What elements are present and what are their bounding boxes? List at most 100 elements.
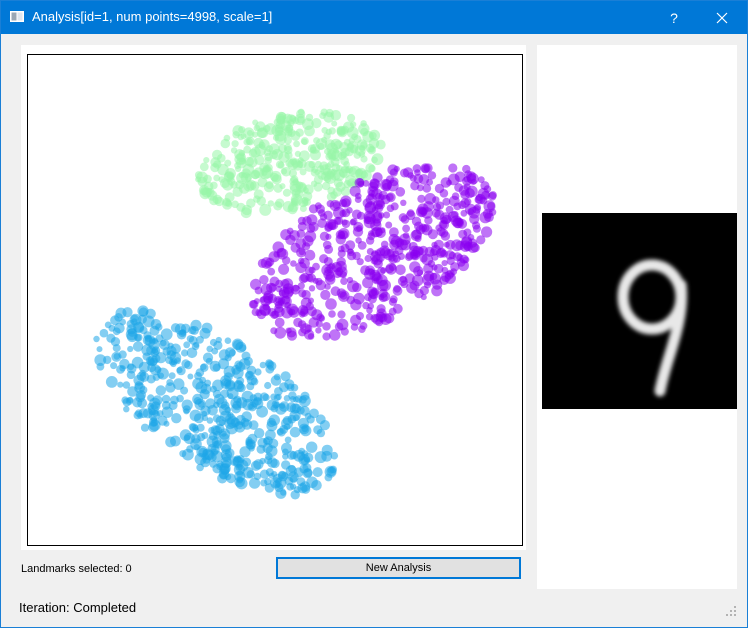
data-point bbox=[414, 288, 424, 299]
data-point bbox=[140, 423, 150, 432]
data-point bbox=[288, 464, 296, 473]
data-point bbox=[210, 385, 217, 393]
data-point bbox=[366, 307, 373, 314]
data-point bbox=[250, 460, 262, 471]
data-point bbox=[247, 433, 258, 444]
data-point bbox=[272, 480, 281, 488]
scatter-plot[interactable] bbox=[28, 55, 522, 545]
data-point bbox=[94, 354, 107, 366]
data-point bbox=[273, 373, 281, 381]
data-point bbox=[279, 183, 286, 190]
scatter-plot-area[interactable] bbox=[27, 54, 523, 546]
data-point bbox=[137, 412, 144, 419]
data-point bbox=[246, 382, 255, 391]
data-point bbox=[466, 172, 479, 185]
data-point bbox=[308, 285, 316, 292]
data-point bbox=[230, 147, 238, 154]
data-point bbox=[341, 219, 348, 226]
data-point bbox=[333, 206, 345, 219]
data-point bbox=[469, 214, 480, 225]
data-point bbox=[284, 379, 295, 390]
data-point bbox=[379, 279, 391, 292]
data-point bbox=[462, 256, 470, 264]
landmarks-selected-label: Landmarks selected: 0 bbox=[21, 563, 132, 575]
data-point bbox=[191, 342, 200, 351]
data-point bbox=[369, 132, 377, 140]
data-point bbox=[340, 195, 352, 207]
new-analysis-button[interactable]: New Analysis bbox=[276, 557, 521, 579]
data-point bbox=[239, 157, 246, 165]
data-point bbox=[245, 371, 253, 379]
data-point bbox=[386, 204, 395, 213]
data-point bbox=[181, 399, 193, 411]
data-point bbox=[183, 341, 191, 349]
data-point bbox=[441, 260, 448, 267]
data-point bbox=[330, 451, 339, 460]
data-point bbox=[477, 187, 490, 200]
data-point bbox=[280, 279, 290, 289]
data-point bbox=[274, 303, 284, 313]
analysis-window: Analysis[id=1, num points=4998, scale=1]… bbox=[0, 0, 748, 628]
data-point bbox=[220, 138, 231, 149]
close-icon bbox=[716, 12, 728, 23]
data-point bbox=[265, 452, 273, 461]
data-point bbox=[283, 143, 292, 152]
data-point bbox=[352, 282, 362, 293]
resize-grip-icon[interactable] bbox=[725, 605, 737, 617]
data-point bbox=[274, 387, 283, 396]
data-point bbox=[273, 401, 280, 409]
data-point bbox=[349, 219, 357, 226]
data-point bbox=[155, 323, 163, 331]
data-point bbox=[223, 372, 233, 382]
data-point bbox=[457, 218, 468, 229]
data-point bbox=[303, 468, 313, 478]
data-point bbox=[200, 405, 211, 416]
data-point bbox=[199, 389, 210, 400]
data-point bbox=[127, 345, 134, 353]
data-point bbox=[395, 264, 406, 276]
data-point bbox=[354, 145, 366, 156]
data-point bbox=[189, 409, 202, 422]
data-point bbox=[458, 229, 468, 239]
data-point bbox=[362, 277, 374, 289]
data-point bbox=[356, 312, 364, 320]
data-point bbox=[105, 376, 118, 388]
data-point bbox=[228, 349, 236, 357]
data-point bbox=[412, 253, 419, 260]
data-point bbox=[340, 186, 351, 197]
data-point bbox=[339, 166, 351, 179]
data-point bbox=[287, 414, 297, 424]
data-point bbox=[343, 180, 352, 188]
data-point bbox=[231, 140, 239, 148]
data-point bbox=[304, 249, 316, 261]
data-point bbox=[203, 157, 210, 164]
data-point bbox=[347, 142, 355, 149]
data-point bbox=[315, 327, 322, 334]
data-point bbox=[295, 238, 307, 249]
data-point bbox=[325, 128, 332, 136]
data-point bbox=[226, 387, 239, 400]
data-point bbox=[476, 235, 486, 245]
data-point bbox=[355, 237, 362, 244]
data-point bbox=[472, 224, 481, 233]
data-point bbox=[286, 227, 294, 235]
data-point bbox=[182, 448, 194, 461]
digit-preview-image bbox=[542, 213, 737, 409]
data-point bbox=[123, 406, 130, 413]
data-point bbox=[252, 398, 264, 410]
data-point bbox=[467, 234, 475, 241]
data-point bbox=[220, 178, 230, 189]
data-point bbox=[308, 317, 319, 328]
data-point bbox=[336, 126, 348, 138]
data-point bbox=[306, 441, 318, 453]
title-bar[interactable]: Analysis[id=1, num points=4998, scale=1]… bbox=[1, 1, 747, 34]
data-point bbox=[246, 470, 255, 479]
help-button[interactable]: ? bbox=[651, 1, 697, 34]
data-point bbox=[170, 360, 177, 368]
data-point bbox=[276, 248, 289, 260]
close-button[interactable] bbox=[699, 1, 745, 34]
preview-panel bbox=[537, 45, 737, 589]
data-point bbox=[156, 367, 169, 380]
data-point bbox=[232, 339, 243, 350]
data-point bbox=[381, 179, 392, 190]
